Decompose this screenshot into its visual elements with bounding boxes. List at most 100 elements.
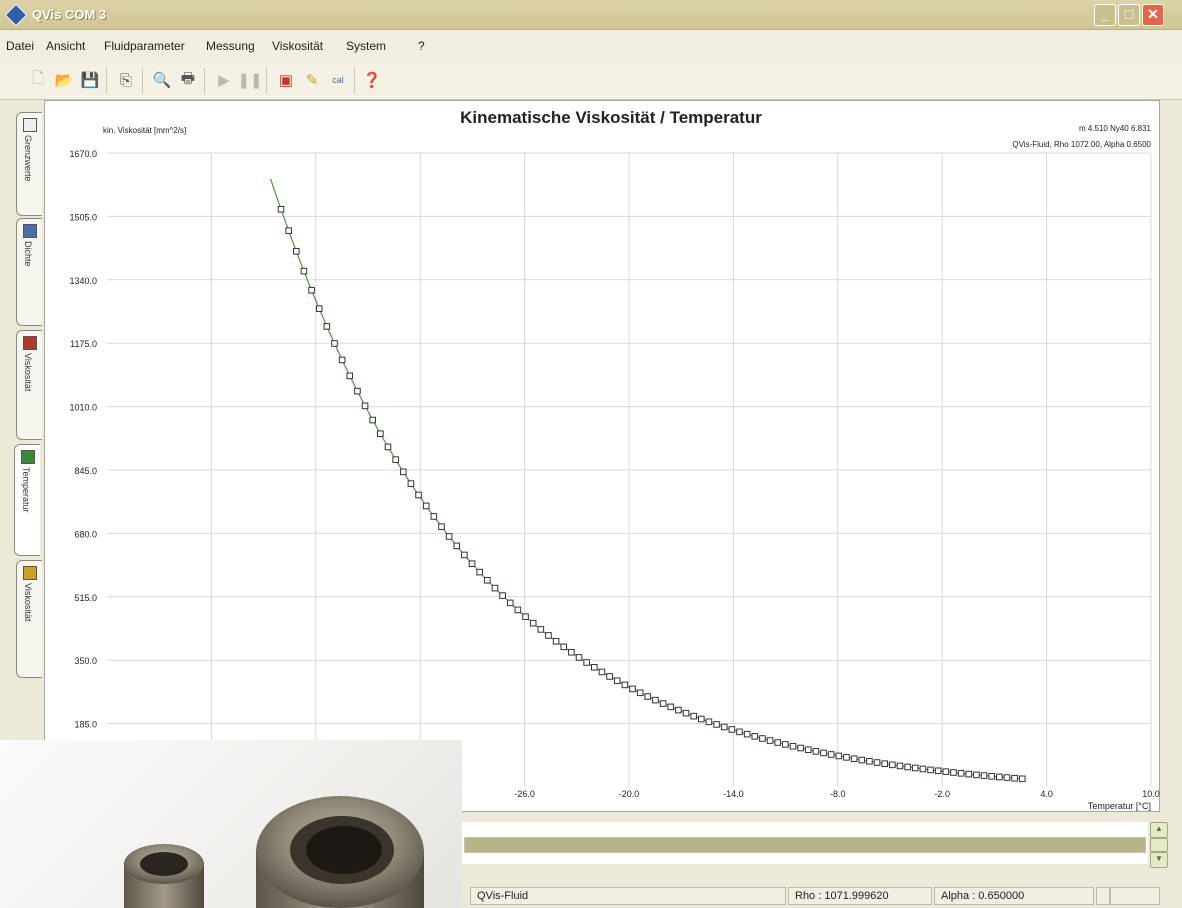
data-point xyxy=(613,677,621,685)
print-preview-icon[interactable]: 🔍 xyxy=(152,70,172,90)
pause-icon[interactable]: ❚❚ xyxy=(237,70,262,90)
chart-icon[interactable]: ▣ xyxy=(276,70,296,90)
progress-fill xyxy=(465,838,1145,852)
data-point xyxy=(843,754,850,761)
data-point xyxy=(850,755,858,763)
report-icon[interactable]: ✎ xyxy=(302,70,322,90)
data-point xyxy=(827,751,835,758)
tab-dichte[interactable]: Dichte xyxy=(16,218,42,326)
data-point xyxy=(697,715,705,723)
y-tick-label: 1175.0 xyxy=(70,339,97,349)
start-icon[interactable]: ▶ xyxy=(214,70,234,90)
scroll-thumb[interactable] xyxy=(1150,838,1168,852)
data-point xyxy=(743,730,751,738)
tab-grenzwerte[interactable]: Grenzwerte xyxy=(16,112,42,216)
data-point xyxy=(736,728,743,736)
data-point xyxy=(720,723,728,731)
data-point xyxy=(766,737,774,744)
data-point xyxy=(804,746,812,754)
data-point xyxy=(354,387,361,395)
data-point xyxy=(292,247,300,255)
menu-system[interactable]: System xyxy=(346,39,386,53)
data-point xyxy=(300,267,308,275)
help-icon[interactable]: ❓ xyxy=(362,70,382,90)
data-point xyxy=(950,769,957,776)
toolbar: 🗋 📂 💾 ⎘ 🔍 🖶 ▶ ❚❚ ▣ ✎ cal ❓ xyxy=(0,62,1182,100)
tab-temperatur[interactable]: Temperatur xyxy=(14,444,40,556)
viscosity-2-icon xyxy=(23,566,37,580)
menu-bar: Datei Ansicht Fluidparameter Messung Vis… xyxy=(0,30,1182,62)
status-alpha: Alpha : 0.650000 xyxy=(934,887,1094,905)
viscosity-chart: 1670.0 1505.0 1340.0 1175.0 1010.0 845.0 680.0… xyxy=(69,108,1159,811)
close-button[interactable]: ✕ xyxy=(1142,4,1164,26)
data-point xyxy=(782,741,789,748)
calibration-icon[interactable]: cal xyxy=(328,70,348,90)
data-point xyxy=(904,763,911,771)
copy-icon[interactable]: ⎘ xyxy=(116,70,136,90)
data-point xyxy=(751,733,759,740)
data-point xyxy=(331,340,338,347)
data-point xyxy=(361,402,369,410)
data-point xyxy=(468,560,476,567)
tab-viskositaet[interactable]: Viskosität xyxy=(16,330,42,440)
menu-ansicht[interactable]: Ansicht xyxy=(46,39,85,53)
scroll-down-icon[interactable]: ▼ xyxy=(1150,852,1168,868)
window-title: QVis COM 3 xyxy=(32,7,107,22)
status-empty-1 xyxy=(1096,887,1110,905)
data-point xyxy=(675,706,682,714)
data-point xyxy=(461,551,468,559)
data-point xyxy=(560,643,568,651)
data-point xyxy=(919,765,927,773)
vertical-scrollbar[interactable]: ▲ ▼ xyxy=(1150,822,1168,868)
data-point xyxy=(438,523,445,530)
data-point xyxy=(652,696,659,704)
data-point xyxy=(285,227,292,234)
minimize-button[interactable]: _ xyxy=(1094,4,1116,26)
print-icon[interactable]: 🖶 xyxy=(178,70,198,90)
maximize-button[interactable]: □ xyxy=(1118,4,1140,26)
data-point xyxy=(476,568,483,576)
scroll-up-icon[interactable]: ▲ xyxy=(1150,822,1168,838)
y-tick-label: 1670.0 xyxy=(69,149,97,159)
x-tick-label: -2.0 xyxy=(934,789,950,799)
data-point xyxy=(445,533,453,540)
data-point xyxy=(506,599,514,607)
data-point xyxy=(568,648,575,656)
data-point xyxy=(889,761,896,769)
data-point xyxy=(621,681,629,689)
data-point xyxy=(453,542,461,550)
y-tick-label: 1505.0 xyxy=(69,212,97,222)
menu-messung[interactable]: Messung xyxy=(206,39,255,53)
menu-viskositaet[interactable]: Viskosität xyxy=(272,39,323,53)
x-tick-label: -26.0 xyxy=(514,789,535,799)
data-point xyxy=(911,764,919,772)
data-point xyxy=(759,735,766,742)
title-bar[interactable]: QVis COM 3 _ □ ✕ xyxy=(0,0,1182,30)
data-point xyxy=(942,768,950,775)
save-icon[interactable]: 💾 xyxy=(80,70,100,90)
data-point xyxy=(1003,774,1011,781)
menu-datei[interactable]: Datei xyxy=(6,39,34,53)
chart-panel: 1670.0 1505.0 1340.0 1175.0 1010.0 845.0 680.0… xyxy=(44,100,1160,812)
y-tick-label: 185.0 xyxy=(74,720,97,730)
data-point xyxy=(377,430,384,438)
menu-fluidparameter[interactable]: Fluidparameter xyxy=(104,39,185,53)
data-point xyxy=(629,685,636,693)
data-point xyxy=(606,673,613,680)
data-point xyxy=(338,356,346,364)
data-point xyxy=(1011,774,1018,782)
new-icon[interactable]: 🗋 xyxy=(28,70,48,90)
data-point xyxy=(583,659,590,666)
y-tick-label: 350.0 xyxy=(74,656,97,666)
data-point xyxy=(514,606,522,614)
data-point xyxy=(308,286,315,294)
menu-help[interactable]: ? xyxy=(418,39,425,53)
data-point xyxy=(499,592,506,599)
tab-viskositaet-2[interactable]: Viskosität xyxy=(16,560,42,678)
progress-bar xyxy=(464,837,1146,853)
open-icon[interactable]: 📂 xyxy=(54,70,74,90)
data-point xyxy=(866,758,873,765)
data-point xyxy=(835,752,843,760)
data-point xyxy=(315,305,323,312)
status-empty-2 xyxy=(1110,887,1160,905)
